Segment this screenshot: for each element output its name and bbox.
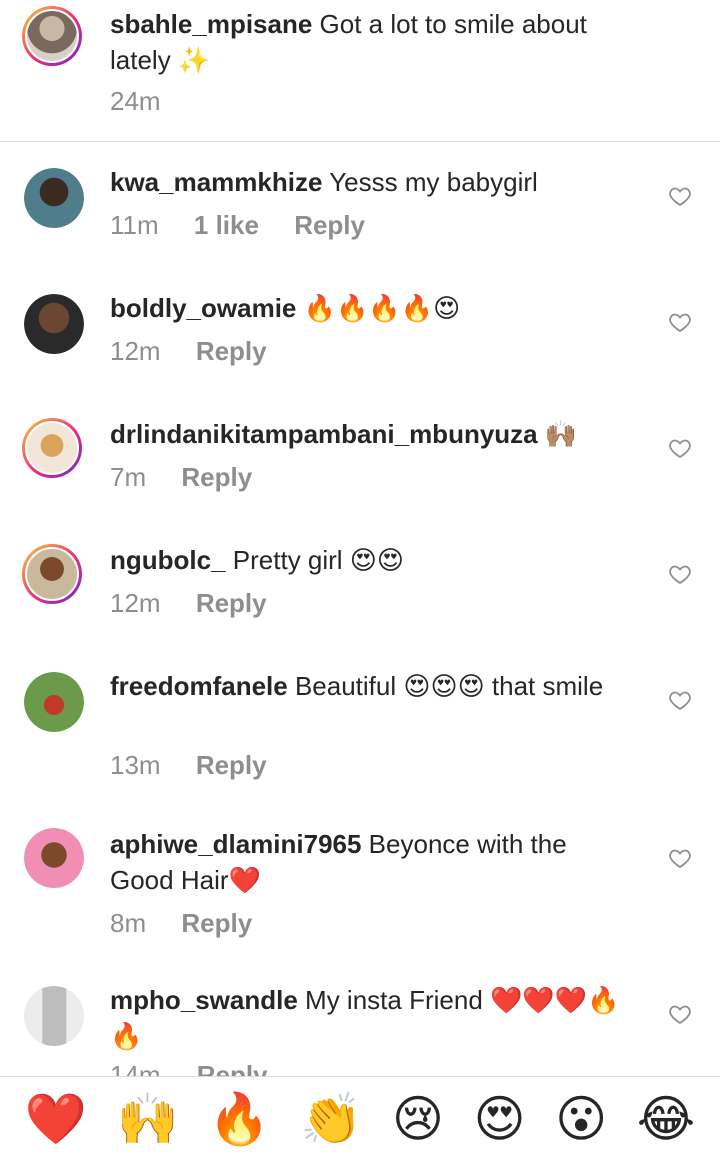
reaction-heart[interactable]: ❤️ [25, 1094, 87, 1144]
reply-button[interactable]: Reply [181, 908, 252, 938]
comment-meta: 11m 1 like Reply [110, 210, 393, 241]
reply-button[interactable]: Reply [294, 210, 365, 240]
comment-body: 🙌🏽 [537, 419, 578, 449]
caption-meta: 24m [110, 86, 189, 117]
quick-reaction-bar: ❤️ 🙌 🔥 👏 😢 😍 😮 😂 [0, 1076, 720, 1160]
comment-body: Pretty girl 😍😍 [225, 545, 405, 575]
like-heart-icon[interactable] [668, 846, 692, 870]
comment-time: 13m [110, 750, 161, 780]
comment-text: ngubolc_ Pretty girl 😍😍 [110, 542, 650, 578]
comment-time: 11m [110, 210, 159, 240]
like-heart-icon[interactable] [668, 184, 692, 208]
comment-avatar[interactable] [22, 418, 82, 478]
comment-username[interactable]: aphiwe_dlamini7965 [110, 829, 361, 859]
reaction-clapping[interactable]: 👏 [300, 1094, 362, 1144]
reply-button[interactable]: Reply [196, 588, 267, 618]
comment-avatar[interactable] [24, 168, 84, 228]
reply-button[interactable]: Reply [181, 462, 252, 492]
comment-avatar[interactable] [22, 544, 82, 604]
comment-body: Yesss my babygirl [322, 167, 538, 197]
like-heart-icon[interactable] [668, 1002, 692, 1026]
reaction-laughing[interactable]: 😂 [637, 1094, 695, 1144]
comment-text: aphiwe_dlamini7965 Beyonce with the Good… [110, 826, 630, 898]
comment-time: 7m [110, 462, 147, 492]
like-heart-icon[interactable] [668, 436, 692, 460]
like-heart-icon[interactable] [668, 310, 692, 334]
caption-text: sbahle_mpisane Got a lot to smile about … [110, 6, 650, 78]
comment-username[interactable]: kwa_mammkhize [110, 167, 322, 197]
reaction-heart-eyes[interactable]: 😍 [474, 1094, 526, 1144]
comment-body: Beautiful 😍😍😍 that smile [287, 671, 604, 701]
comment-text: freedomfanele Beautiful 😍😍😍 that smile [110, 668, 630, 704]
reply-button[interactable]: Reply [197, 1060, 268, 1076]
comment-meta: 12m Reply [110, 588, 295, 619]
comment-avatar[interactable] [24, 294, 84, 354]
reaction-raising-hands[interactable]: 🙌 [117, 1094, 179, 1144]
comment-text: mpho_swandle My insta Friend ❤️❤️❤️🔥🔥 [110, 982, 630, 1054]
reply-button[interactable]: Reply [196, 750, 267, 780]
comment-username[interactable]: ngubolc_ [110, 545, 226, 575]
like-heart-icon[interactable] [668, 562, 692, 586]
comment-meta: 8m Reply [110, 908, 280, 939]
comment-username[interactable]: drlindanikitampambani_mbunyuza [110, 419, 538, 449]
reaction-surprised[interactable]: 😮 [555, 1094, 607, 1144]
comment-meta: 14m Reply [110, 1060, 268, 1076]
comment-username[interactable]: freedomfanele [110, 671, 288, 701]
comment-time: 8m [110, 908, 147, 938]
comment-time: 12m [110, 336, 161, 366]
comment-body: 🔥🔥🔥🔥😍 [296, 293, 461, 323]
comment-time: 12m [110, 588, 161, 618]
post-caption: sbahle_mpisane Got a lot to smile about … [0, 0, 720, 142]
caption-author-avatar[interactable] [22, 6, 82, 66]
comment-text: drlindanikitampambani_mbunyuza 🙌🏽 [110, 416, 650, 452]
comment-meta: 12m Reply [110, 336, 295, 367]
like-heart-icon[interactable] [668, 688, 692, 712]
caption-username[interactable]: sbahle_mpisane [110, 9, 312, 39]
comment-likes[interactable]: 1 like [194, 210, 259, 240]
reply-button[interactable]: Reply [196, 336, 267, 366]
comment-meta: 13m Reply [110, 750, 295, 781]
caption-time: 24m [110, 86, 161, 116]
comment-username[interactable]: boldly_owamie [110, 293, 296, 323]
comment-text: kwa_mammkhize Yesss my babygirl [110, 164, 650, 200]
comment-avatar[interactable] [24, 828, 84, 888]
reaction-fire[interactable]: 🔥 [208, 1094, 270, 1144]
comment-time: 14m [110, 1060, 161, 1076]
comment-meta: 7m Reply [110, 462, 280, 493]
comment-avatar[interactable] [24, 672, 84, 732]
comment-text: boldly_owamie 🔥🔥🔥🔥😍 [110, 290, 650, 326]
reaction-crying[interactable]: 😢 [392, 1094, 444, 1144]
comment-username[interactable]: mpho_swandle [110, 985, 298, 1015]
comment-avatar[interactable] [24, 986, 84, 1046]
